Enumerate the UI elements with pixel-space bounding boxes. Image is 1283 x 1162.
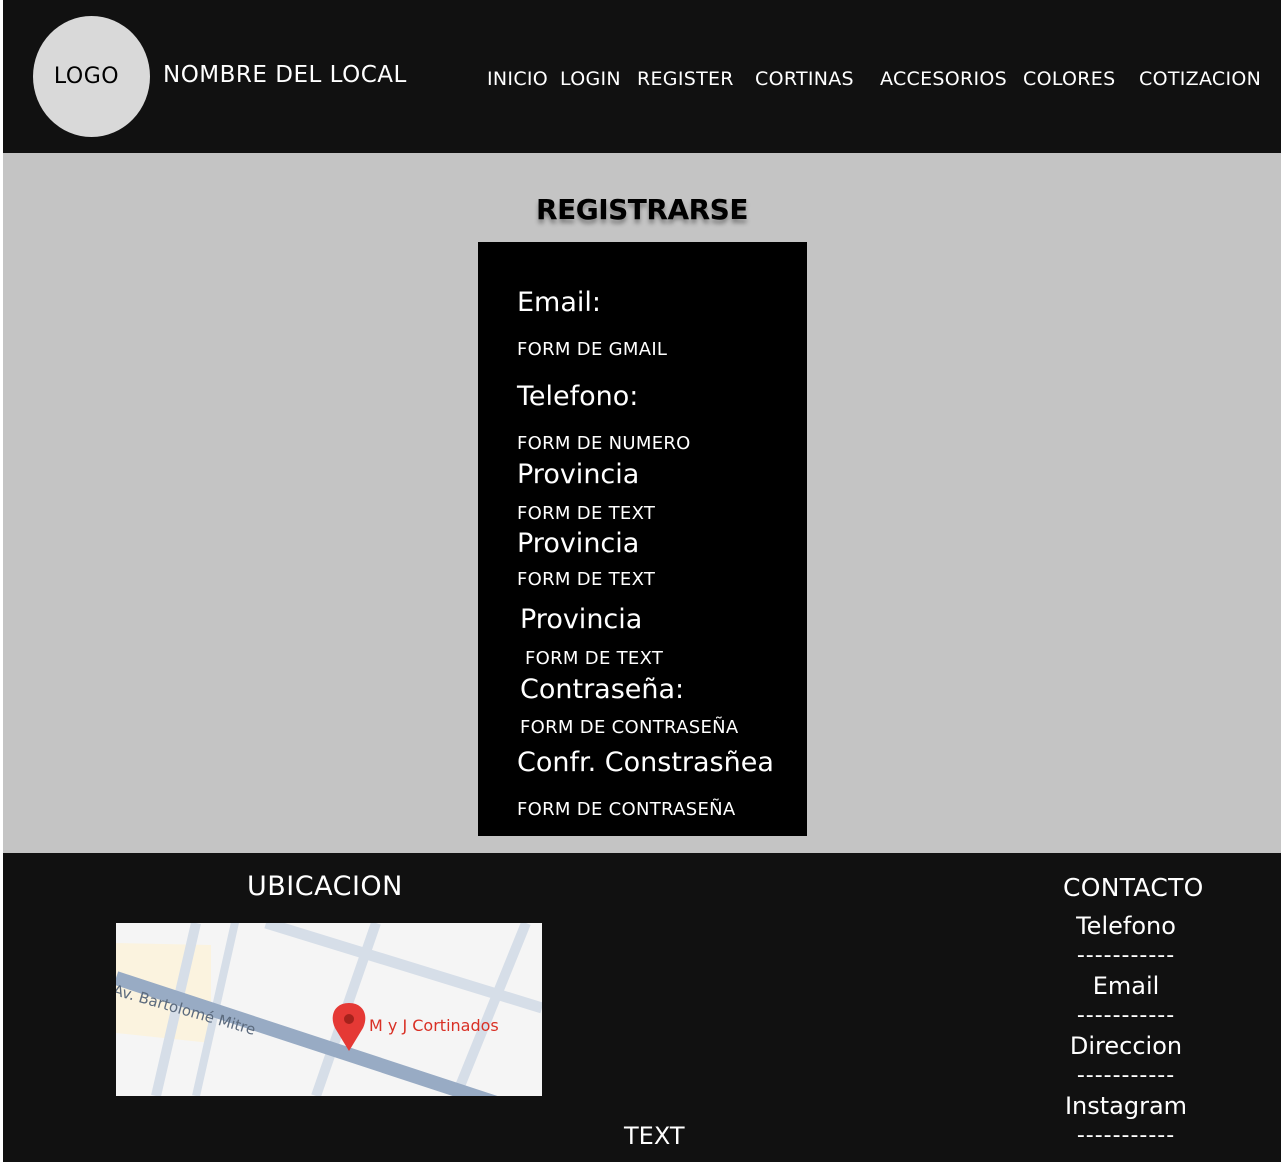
phone-field[interactable]: FORM DE NUMERO	[517, 433, 691, 454]
phone-label: Telefono:	[517, 381, 639, 412]
page-title: REGISTRARSE	[536, 193, 748, 226]
province-field[interactable]: FORM DE TEXT	[517, 569, 655, 590]
contact-instagram[interactable]: Instagram	[1062, 1092, 1190, 1120]
footer-text: TEXT	[624, 1122, 685, 1150]
contact-title: CONTACTO	[1063, 873, 1204, 902]
place-label: M y J Cortinados	[369, 1016, 499, 1035]
confirm-password-label: Confr. Constrasñea	[517, 747, 774, 778]
email-label: Email:	[517, 287, 602, 318]
province-field[interactable]: FORM DE TEXT	[517, 503, 655, 524]
contact-telefono[interactable]: Telefono	[1062, 912, 1190, 940]
confirm-password-field[interactable]: FORM DE CONTRASEÑA	[517, 799, 736, 820]
separator: -----------	[1076, 943, 1176, 968]
separator: -----------	[1076, 1063, 1176, 1088]
register-form: Email: FORM DE GMAIL Telefono: FORM DE N…	[478, 242, 807, 836]
nav-accesorios[interactable]: ACCESORIOS	[880, 68, 1007, 90]
logo[interactable]: LOGO	[33, 16, 150, 137]
email-field[interactable]: FORM DE GMAIL	[517, 339, 667, 360]
nav-login[interactable]: LOGIN	[560, 68, 621, 90]
province-field[interactable]: FORM DE TEXT	[525, 648, 663, 669]
nav-cotizacion[interactable]: COTIZACION	[1139, 68, 1261, 90]
local-name: NOMBRE DEL LOCAL	[163, 62, 407, 88]
separator: -----------	[1076, 1123, 1176, 1148]
password-field[interactable]: FORM DE CONTRASEÑA	[520, 717, 739, 738]
logo-text: LOGO	[53, 64, 120, 89]
province-label: Provincia	[517, 528, 640, 559]
nav-register[interactable]: REGISTER	[637, 68, 734, 90]
contact-email[interactable]: Email	[1062, 972, 1190, 1000]
province-label: Provincia	[517, 459, 640, 490]
province-label: Provincia	[520, 604, 643, 635]
nav-inicio[interactable]: INICIO	[487, 68, 548, 90]
contact-direccion[interactable]: Direccion	[1062, 1032, 1190, 1060]
nav-colores[interactable]: COLORES	[1023, 68, 1115, 90]
location-map[interactable]: Av. Bartolomé Mitre M y J Cortinados	[116, 923, 542, 1096]
site-footer: UBICACION Av. Bartolomé Mitre M y J Cort…	[3, 853, 1281, 1162]
location-title: UBICACION	[247, 871, 403, 902]
site-header: LOGO NOMBRE DEL LOCAL INICIO LOGIN REGIS…	[3, 0, 1281, 153]
main-section: REGISTRARSE Email: FORM DE GMAIL Telefon…	[3, 153, 1281, 853]
password-label: Contraseña:	[520, 674, 685, 705]
nav-cortinas[interactable]: CORTINAS	[755, 68, 854, 90]
separator: -----------	[1076, 1003, 1176, 1028]
